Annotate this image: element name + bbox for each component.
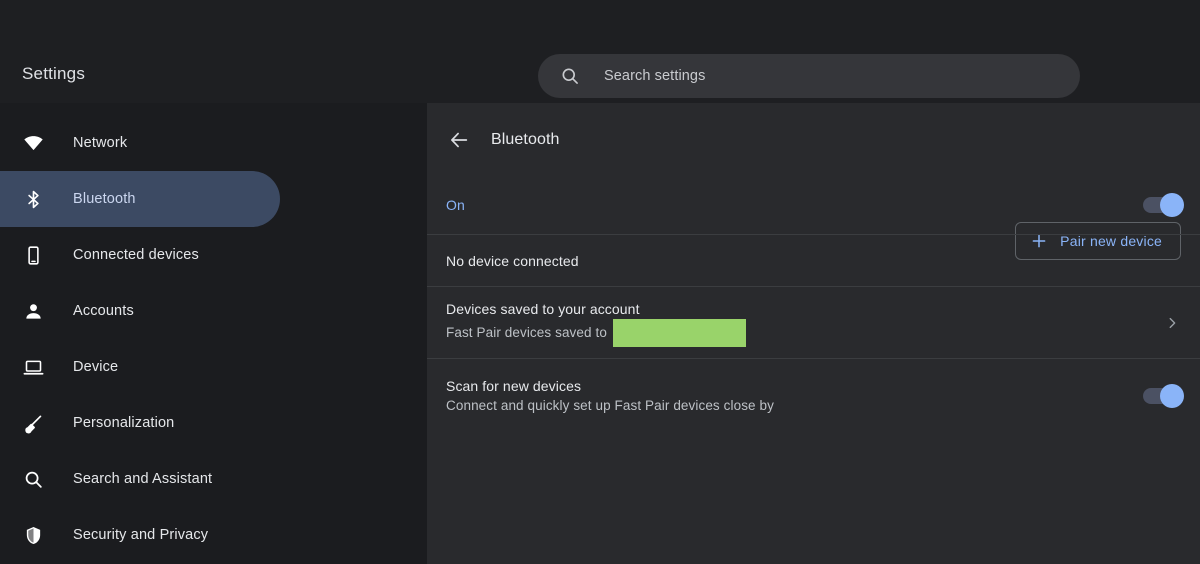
redacted-account-value <box>613 319 746 347</box>
no-device-connected-row: No device connected <box>427 234 1200 286</box>
wifi-icon <box>22 132 44 154</box>
sidebar-item-search-and-assistant[interactable]: Search and Assistant <box>0 451 280 507</box>
toggle-knob <box>1160 193 1184 217</box>
app-title: Settings <box>22 63 85 85</box>
sidebar-item-personalization[interactable]: Personalization <box>0 395 280 451</box>
sidebar-item-label: Security and Privacy <box>73 527 208 543</box>
chevron-right-icon[interactable] <box>1163 314 1181 332</box>
saved-devices-subtitle: Fast Pair devices saved to <box>446 319 1163 347</box>
page-title: Bluetooth <box>491 131 560 149</box>
saved-devices-title: Devices saved to your account <box>446 299 1163 319</box>
sidebar-item-bluetooth[interactable]: Bluetooth <box>0 171 280 227</box>
sidebar-item-device[interactable]: Device <box>0 339 280 395</box>
sidebar-item-connected-devices[interactable]: Connected devices <box>0 227 280 283</box>
sidebar-item-label: Network <box>73 135 127 151</box>
scan-subtitle: Connect and quickly set up Fast Pair dev… <box>446 396 1143 416</box>
brush-icon <box>22 412 44 434</box>
sidebar-item-accounts[interactable]: Accounts <box>0 283 280 339</box>
no-device-connected-label: No device connected <box>446 251 1181 271</box>
search-icon <box>560 66 580 86</box>
toggle-knob <box>1160 384 1184 408</box>
sidebar-item-label: Accounts <box>73 303 134 319</box>
sidebar-item-label: Search and Assistant <box>73 471 212 487</box>
main-header: Bluetooth <box>427 103 1200 176</box>
bluetooth-power-label-group: On <box>446 195 1143 215</box>
sidebar: Network Bluetooth Connected devices <box>0 103 427 564</box>
bluetooth-icon <box>22 188 44 210</box>
saved-devices-text-group: Devices saved to your account Fast Pair … <box>446 299 1163 347</box>
search-icon <box>22 468 44 490</box>
person-icon <box>22 300 44 322</box>
main-panel: Bluetooth Pair new device On No devic <box>427 103 1200 564</box>
phone-icon <box>22 244 44 266</box>
saved-devices-row[interactable]: Devices saved to your account Fast Pair … <box>427 286 1200 358</box>
sidebar-item-label: Personalization <box>73 415 174 431</box>
scan-toggle[interactable] <box>1143 388 1181 404</box>
sidebar-item-label: Device <box>73 359 118 375</box>
bluetooth-power-row: On <box>427 176 1200 234</box>
arrow-left-icon[interactable] <box>447 128 471 152</box>
sidebar-item-network[interactable]: Network <box>0 115 280 171</box>
sidebar-item-label: Connected devices <box>73 247 199 263</box>
shield-icon <box>22 524 44 546</box>
saved-devices-subtitle-prefix: Fast Pair devices saved to <box>446 323 607 343</box>
scan-text-group: Scan for new devices Connect and quickly… <box>446 376 1143 416</box>
laptop-icon <box>22 356 44 378</box>
search-placeholder: Search settings <box>604 68 705 84</box>
sidebar-item-label: Bluetooth <box>73 191 136 207</box>
settings-window: Settings Search settings Network <box>0 0 1200 564</box>
sidebar-item-security-and-privacy[interactable]: Security and Privacy <box>0 507 280 563</box>
scan-for-new-devices-row: Scan for new devices Connect and quickly… <box>427 358 1200 432</box>
no-device-label-group: No device connected <box>446 251 1181 271</box>
scan-title: Scan for new devices <box>446 376 1143 396</box>
bluetooth-power-label: On <box>446 195 1143 215</box>
search-input[interactable]: Search settings <box>538 54 1080 98</box>
top-bar: Settings Search settings <box>0 0 1200 103</box>
bluetooth-power-toggle[interactable] <box>1143 197 1181 213</box>
